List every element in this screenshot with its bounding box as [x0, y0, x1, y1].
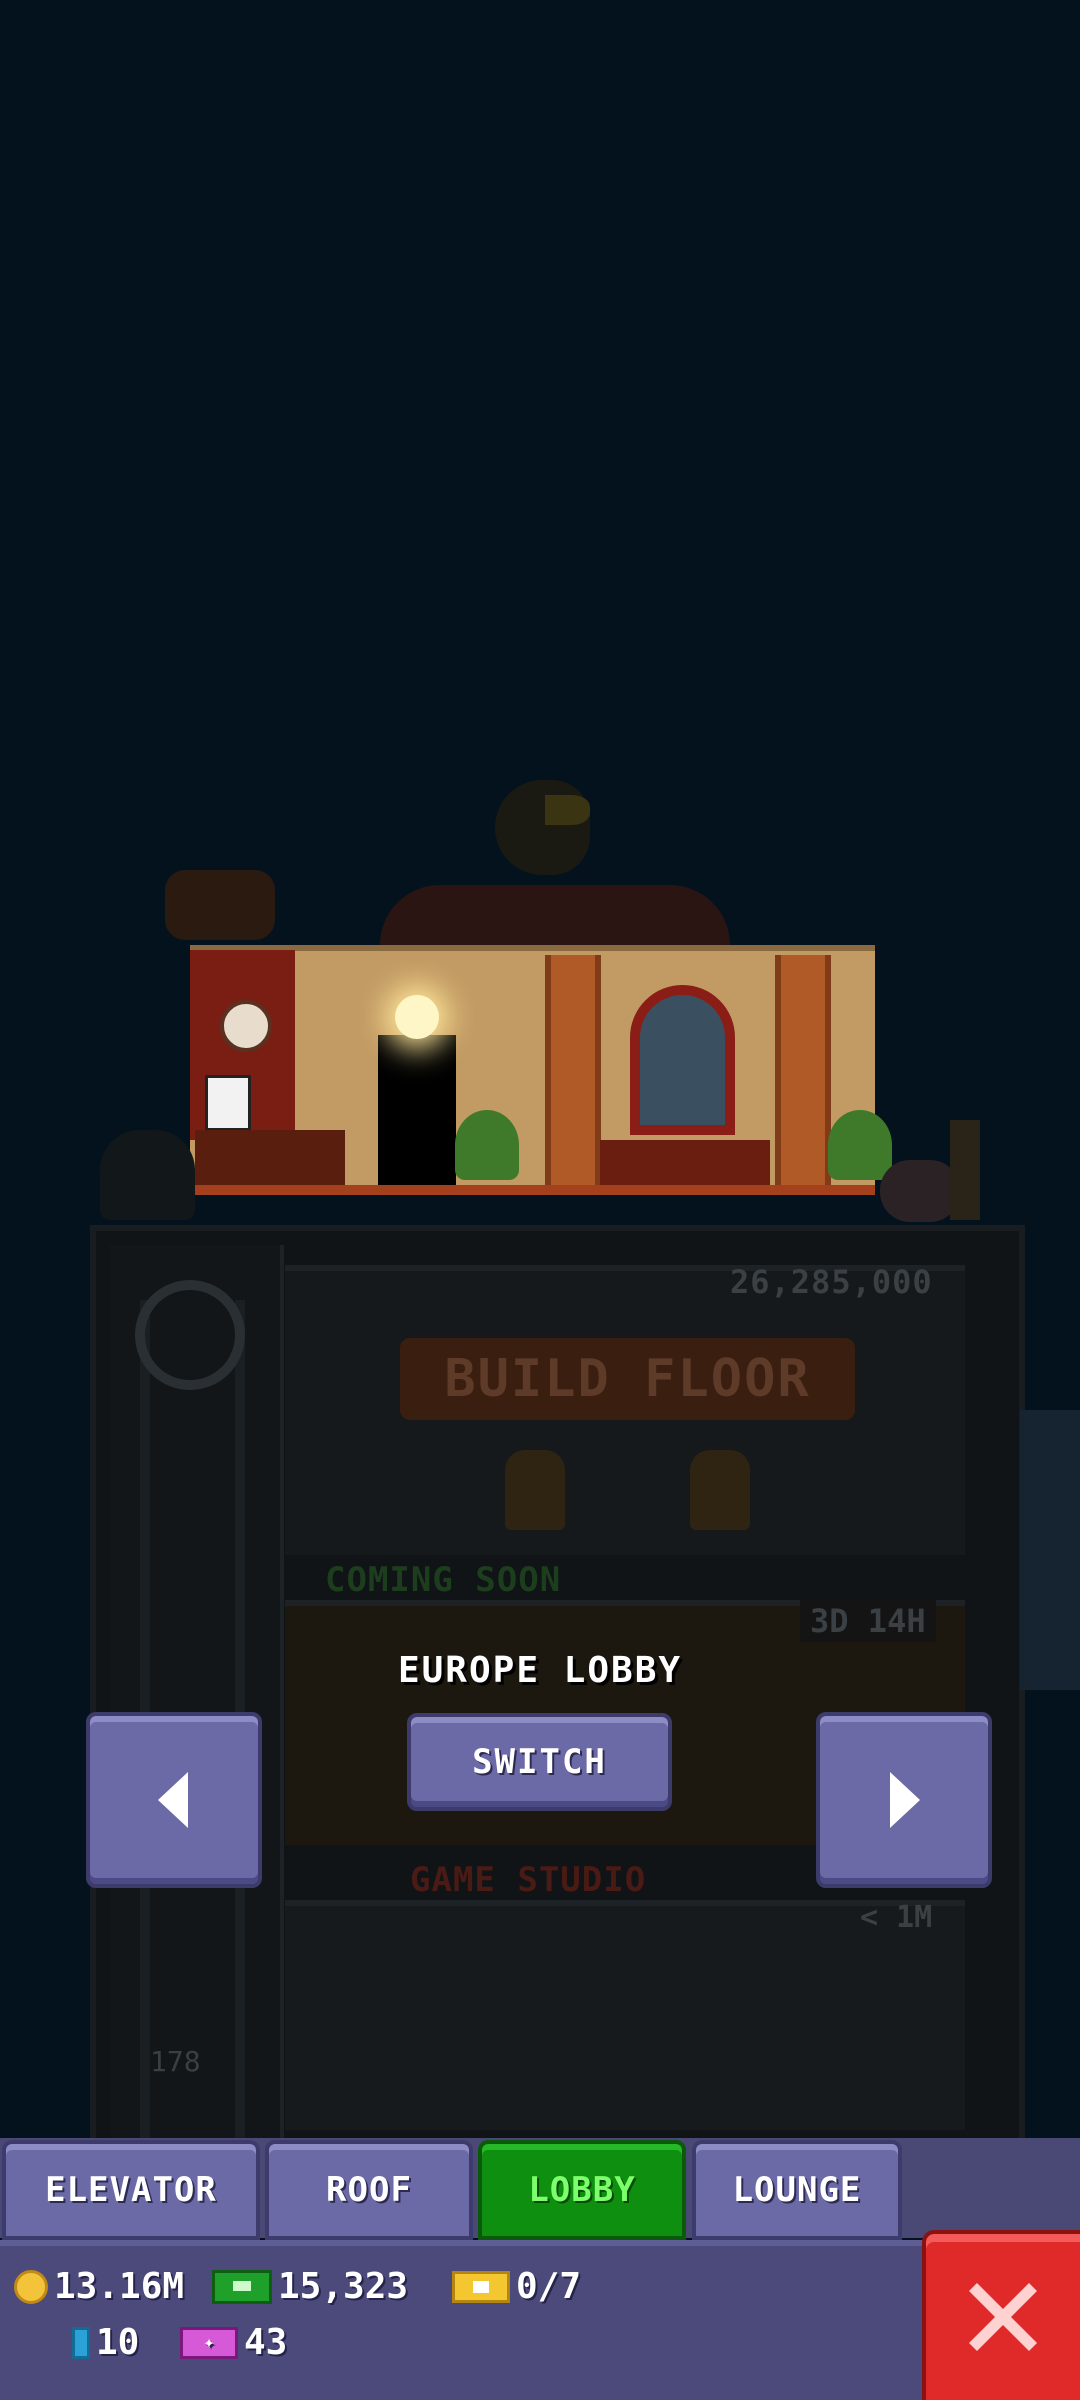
right-arrow-icon	[890, 1772, 920, 1828]
lobby-name-label: EUROPE LOBBY	[397, 1650, 683, 1691]
lobby-floorline	[190, 1185, 875, 1195]
plant-icon	[828, 1110, 892, 1180]
vip-value: 43	[244, 2322, 288, 2363]
plant-icon	[455, 1110, 519, 1180]
reception-desk	[195, 1130, 345, 1185]
lobby-arched-window	[630, 985, 735, 1135]
keys-counter: 10	[72, 2322, 139, 2363]
lobby-pillar	[545, 955, 601, 1190]
giraffe-icon	[950, 1120, 980, 1220]
bux-counter: 15,323	[212, 2266, 408, 2307]
toucan-beak	[545, 795, 590, 825]
game-studio-label: GAME STUDIO	[410, 1860, 647, 1900]
coin-icon	[14, 2269, 48, 2304]
bux-value: 15,323	[278, 2266, 409, 2307]
next-lobby-button[interactable]	[816, 1712, 992, 1888]
construction-worker	[505, 1450, 565, 1530]
toucan-icon	[495, 780, 590, 875]
construction-timer: 3D 14H	[800, 1600, 936, 1642]
coming-soon-label: COMING SOON	[325, 1560, 562, 1600]
left-arrow-icon	[158, 1772, 188, 1828]
close-button[interactable]	[922, 2230, 1080, 2400]
lobby-roof-dome	[380, 885, 730, 945]
construction-worker	[690, 1450, 750, 1530]
ticket-icon	[452, 2270, 510, 2303]
lobby-doorway	[378, 1035, 456, 1190]
tab-lobby[interactable]: LOBBY	[478, 2140, 686, 2240]
elevator-pulley-icon	[135, 1280, 245, 1390]
coins-value: 13.16M	[54, 2266, 185, 2307]
tab-roof[interactable]: ROOF	[265, 2140, 473, 2240]
phone-icon	[205, 1075, 251, 1131]
bear-icon	[100, 1130, 195, 1220]
key-icon	[72, 2326, 90, 2359]
resource-bar	[0, 2240, 1080, 2400]
lamp-icon	[395, 995, 439, 1039]
neighbor-building	[1020, 1410, 1080, 1690]
coins-counter: 13.16M	[14, 2266, 184, 2307]
lobby-bench	[600, 1140, 770, 1185]
elevator-level-number: 178	[150, 2045, 201, 2078]
tab-elevator[interactable]: ELEVATOR	[2, 2140, 260, 2240]
build-floor-cost: 26,285,000	[730, 1263, 933, 1301]
fox-icon	[165, 870, 275, 940]
clock-icon	[220, 1000, 272, 1052]
bux-icon	[212, 2269, 272, 2304]
previous-lobby-button[interactable]	[86, 1712, 262, 1888]
close-icon	[969, 2283, 1037, 2351]
tickets-counter: 0/7	[452, 2266, 581, 2307]
vip-counter: ✦ 43	[180, 2322, 287, 2363]
vip-icon: ✦	[180, 2326, 238, 2359]
lobby-pillar	[775, 955, 831, 1190]
keys-value: 10	[96, 2322, 140, 2363]
build-floor-sign: BUILD FLOOR	[400, 1338, 855, 1420]
switch-lobby-button[interactable]: SWITCH	[407, 1713, 672, 1811]
game-studio-value: < 1M	[860, 1900, 933, 1935]
pig-icon	[880, 1160, 960, 1222]
tab-lounge[interactable]: LOUNGE	[692, 2140, 902, 2240]
tickets-value: 0/7	[516, 2266, 582, 2307]
